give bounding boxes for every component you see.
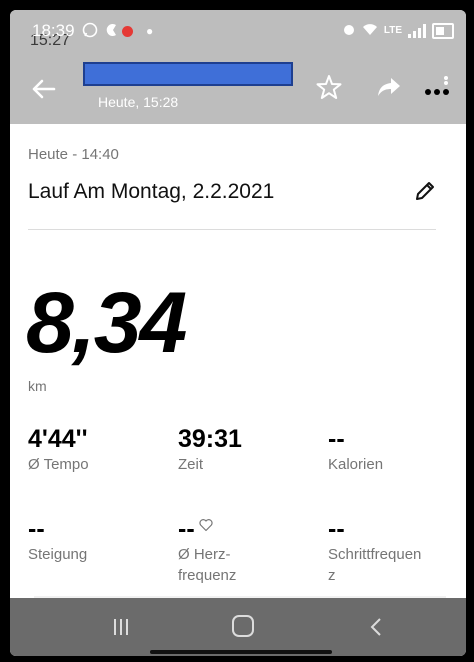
stat-calories: -- Kalorien bbox=[328, 424, 383, 475]
stat-pace: 4'44'' Ø Tempo bbox=[28, 424, 89, 475]
back-button[interactable] bbox=[28, 74, 58, 104]
star-outline-icon bbox=[316, 75, 342, 99]
notification-dot-icon: ● bbox=[146, 24, 154, 38]
stat-label: Schrittfrequen z bbox=[328, 546, 422, 584]
whatsapp-icon bbox=[82, 22, 98, 42]
status-bar: 15:27 18:39 ● LTE bbox=[10, 10, 466, 50]
recents-button[interactable] bbox=[110, 616, 132, 638]
redacted-title bbox=[83, 62, 293, 86]
stat-value: -- bbox=[28, 515, 45, 543]
system-nav-bar bbox=[10, 598, 466, 656]
distance-unit: km bbox=[28, 378, 47, 394]
divider bbox=[28, 229, 436, 230]
home-button[interactable] bbox=[232, 615, 254, 637]
alarm-icon bbox=[342, 22, 356, 39]
stat-label: Ø Tempo bbox=[28, 456, 89, 473]
stat-value: -- bbox=[328, 425, 345, 453]
wifi-icon bbox=[362, 23, 378, 39]
more-dots-icon bbox=[425, 76, 449, 95]
stat-elevation: -- Steigung bbox=[28, 514, 87, 565]
share-arrow-icon bbox=[378, 78, 400, 96]
recording-icon bbox=[122, 26, 133, 37]
arrow-left-icon bbox=[32, 79, 56, 99]
stat-value: 39:31 bbox=[178, 425, 242, 453]
chevron-left-icon bbox=[370, 618, 381, 636]
stat-label: Steigung bbox=[28, 546, 88, 563]
gesture-bar bbox=[150, 650, 332, 654]
distance-value: 8,34 bbox=[26, 275, 187, 371]
activity-title: Lauf Am Montag, 2.2.2021 bbox=[28, 180, 275, 203]
share-button[interactable] bbox=[376, 74, 402, 100]
stat-value: -- bbox=[178, 515, 195, 543]
status-indicators: LTE bbox=[342, 22, 454, 39]
signal-icon bbox=[408, 23, 426, 38]
stat-value: 4'44'' bbox=[28, 425, 88, 453]
heart-outline-icon bbox=[199, 519, 213, 532]
stat-label: Ø Herz- frequenz bbox=[178, 546, 237, 584]
battery-icon bbox=[432, 22, 454, 39]
stat-cadence: -- Schrittfrequen z bbox=[328, 514, 421, 586]
activity-detail: Heute - 14:40 Lauf Am Montag, 2.2.2021 8… bbox=[10, 124, 466, 596]
stat-label: Kalorien bbox=[328, 456, 384, 473]
app-bar: Heute, 15:28 bbox=[10, 50, 466, 124]
app-bar-subtitle: Heute, 15:28 bbox=[98, 94, 179, 110]
stat-value-row: -- bbox=[178, 514, 236, 544]
edit-title-button[interactable] bbox=[414, 180, 436, 202]
favorite-button[interactable] bbox=[316, 74, 342, 100]
phone-screen: 15:27 18:39 ● LTE Heute, 15:28 Heute - 1… bbox=[10, 10, 466, 656]
stat-value: -- bbox=[328, 515, 345, 543]
more-options-button[interactable] bbox=[422, 74, 456, 100]
system-back-button[interactable] bbox=[366, 616, 388, 638]
activity-date: Heute - 14:40 bbox=[28, 146, 119, 163]
device-frame: 15:27 18:39 ● LTE Heute, 15:28 Heute - 1… bbox=[0, 0, 474, 662]
stat-heart-rate: -- Ø Herz- frequenz bbox=[178, 514, 236, 586]
network-type: LTE bbox=[383, 25, 402, 36]
stat-time: 39:31 Zeit bbox=[178, 424, 242, 475]
recents-icon bbox=[114, 619, 128, 635]
stat-label: Zeit bbox=[178, 456, 204, 473]
pencil-icon bbox=[416, 182, 434, 200]
status-time: 18:39 bbox=[32, 21, 75, 40]
app-notification-icon bbox=[104, 22, 120, 42]
